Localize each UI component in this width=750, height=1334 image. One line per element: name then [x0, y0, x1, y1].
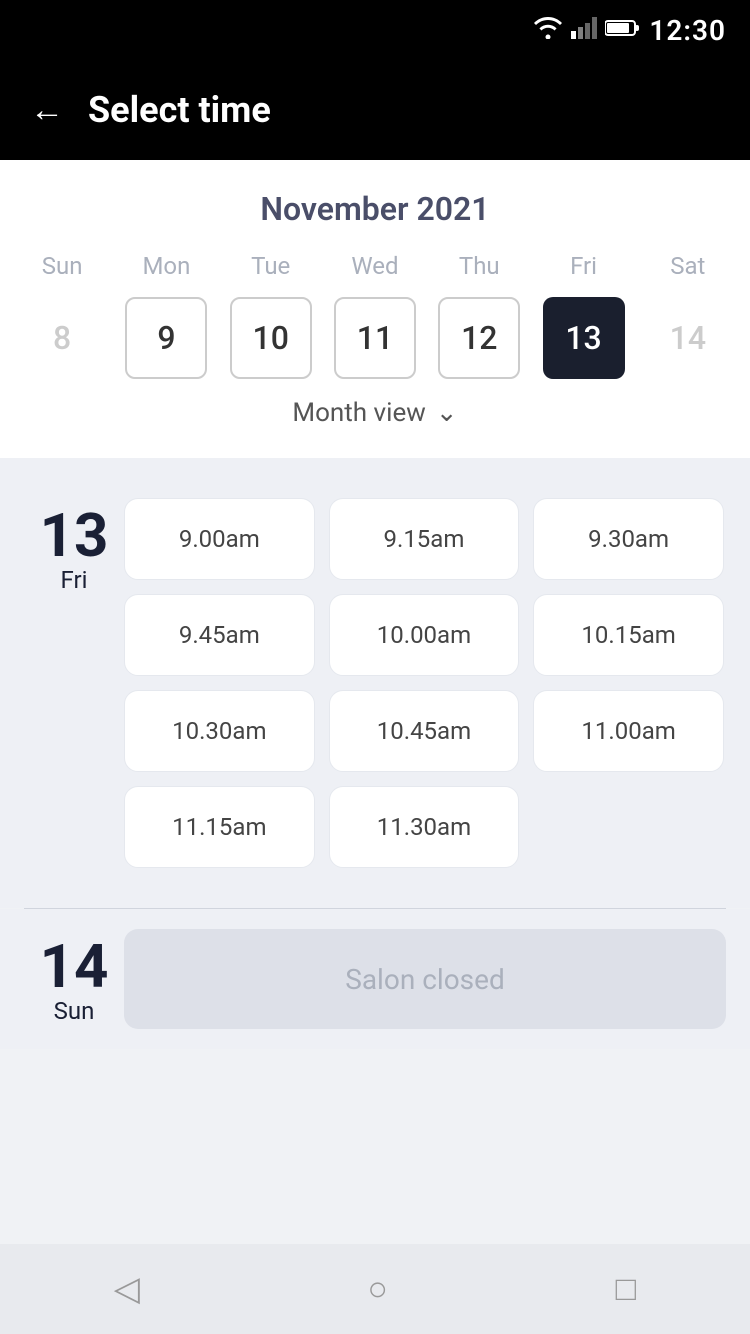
month-view-toggle[interactable]: Month view ⌄ [0, 382, 750, 438]
time-slot-1115am[interactable]: 11.15am [124, 786, 315, 868]
day-name-13: Fri [61, 566, 88, 594]
weekday-sun: Sun [10, 252, 114, 280]
weekday-wed: Wed [323, 252, 427, 280]
salon-closed-label: Salon closed [345, 963, 505, 996]
date-10[interactable]: 10 [230, 297, 312, 379]
time-slot-1030am[interactable]: 10.30am [124, 690, 315, 772]
weekday-fri: Fri [531, 252, 635, 280]
date-cell-13[interactable]: 13 [531, 294, 635, 382]
battery-icon [605, 19, 639, 41]
time-slot-915am[interactable]: 9.15am [329, 498, 520, 580]
date-8[interactable]: 8 [21, 297, 103, 379]
wifi-icon [533, 17, 563, 43]
nav-recent-button[interactable]: □ [616, 1269, 637, 1309]
day-label-13: 13 Fri [24, 498, 124, 868]
status-time: 12:30 [649, 14, 726, 47]
nav-home-button[interactable]: ○ [368, 1269, 389, 1309]
date-14[interactable]: 14 [647, 297, 729, 379]
closed-day-block: 14 Sun Salon closed [0, 909, 750, 1049]
weekday-sat: Sat [636, 252, 740, 280]
date-cell-9[interactable]: 9 [114, 294, 218, 382]
time-slot-930am[interactable]: 9.30am [533, 498, 724, 580]
weekday-thu: Thu [427, 252, 531, 280]
status-icons [533, 17, 639, 43]
dates-row: 8 9 10 11 12 13 14 [0, 294, 750, 382]
weekday-header: Sun Mon Tue Wed Thu Fri Sat [0, 252, 750, 280]
weekday-mon: Mon [114, 252, 218, 280]
day-number-14: 14 [40, 937, 109, 997]
date-11[interactable]: 11 [334, 297, 416, 379]
time-slot-1130am[interactable]: 11.30am [329, 786, 520, 868]
time-slots-section: 13 Fri 9.00am 9.15am 9.30am 9.45am 10.00… [0, 458, 750, 908]
status-bar: 12:30 [0, 0, 750, 60]
time-slot-945am[interactable]: 9.45am [124, 594, 315, 676]
date-12[interactable]: 12 [438, 297, 520, 379]
page-title: Select time [88, 89, 271, 131]
day-name-14: Sun [54, 997, 95, 1025]
day-label-14: 14 Sun [24, 929, 124, 1029]
date-cell-10[interactable]: 10 [219, 294, 323, 382]
date-cell-11[interactable]: 11 [323, 294, 427, 382]
time-slot-900am[interactable]: 9.00am [124, 498, 315, 580]
date-cell-8[interactable]: 8 [10, 294, 114, 382]
signal-icon [571, 17, 597, 43]
day-number-13: 13 [40, 506, 109, 566]
date-9[interactable]: 9 [125, 297, 207, 379]
back-button[interactable]: ← [30, 93, 64, 127]
time-slot-1015am[interactable]: 10.15am [533, 594, 724, 676]
salon-closed-panel: Salon closed [124, 929, 726, 1029]
chevron-down-icon: ⌄ [436, 398, 458, 428]
nav-back-button[interactable]: ◁ [114, 1269, 140, 1309]
time-slot-1045am[interactable]: 10.45am [329, 690, 520, 772]
month-year-label: November 2021 [0, 190, 750, 228]
day-block-13: 13 Fri 9.00am 9.15am 9.30am 9.45am 10.00… [24, 478, 726, 888]
date-13[interactable]: 13 [543, 297, 625, 379]
date-cell-14[interactable]: 14 [636, 294, 740, 382]
date-cell-12[interactable]: 12 [427, 294, 531, 382]
month-view-label: Month view [292, 398, 425, 428]
time-grid-13: 9.00am 9.15am 9.30am 9.45am 10.00am 10.1… [124, 498, 726, 868]
bottom-nav: ◁ ○ □ [0, 1244, 750, 1334]
time-slot-1100am[interactable]: 11.00am [533, 690, 724, 772]
weekday-tue: Tue [219, 252, 323, 280]
app-header: ← Select time [0, 60, 750, 160]
time-slot-1000am[interactable]: 10.00am [329, 594, 520, 676]
calendar-section: November 2021 Sun Mon Tue Wed Thu Fri Sa… [0, 160, 750, 458]
